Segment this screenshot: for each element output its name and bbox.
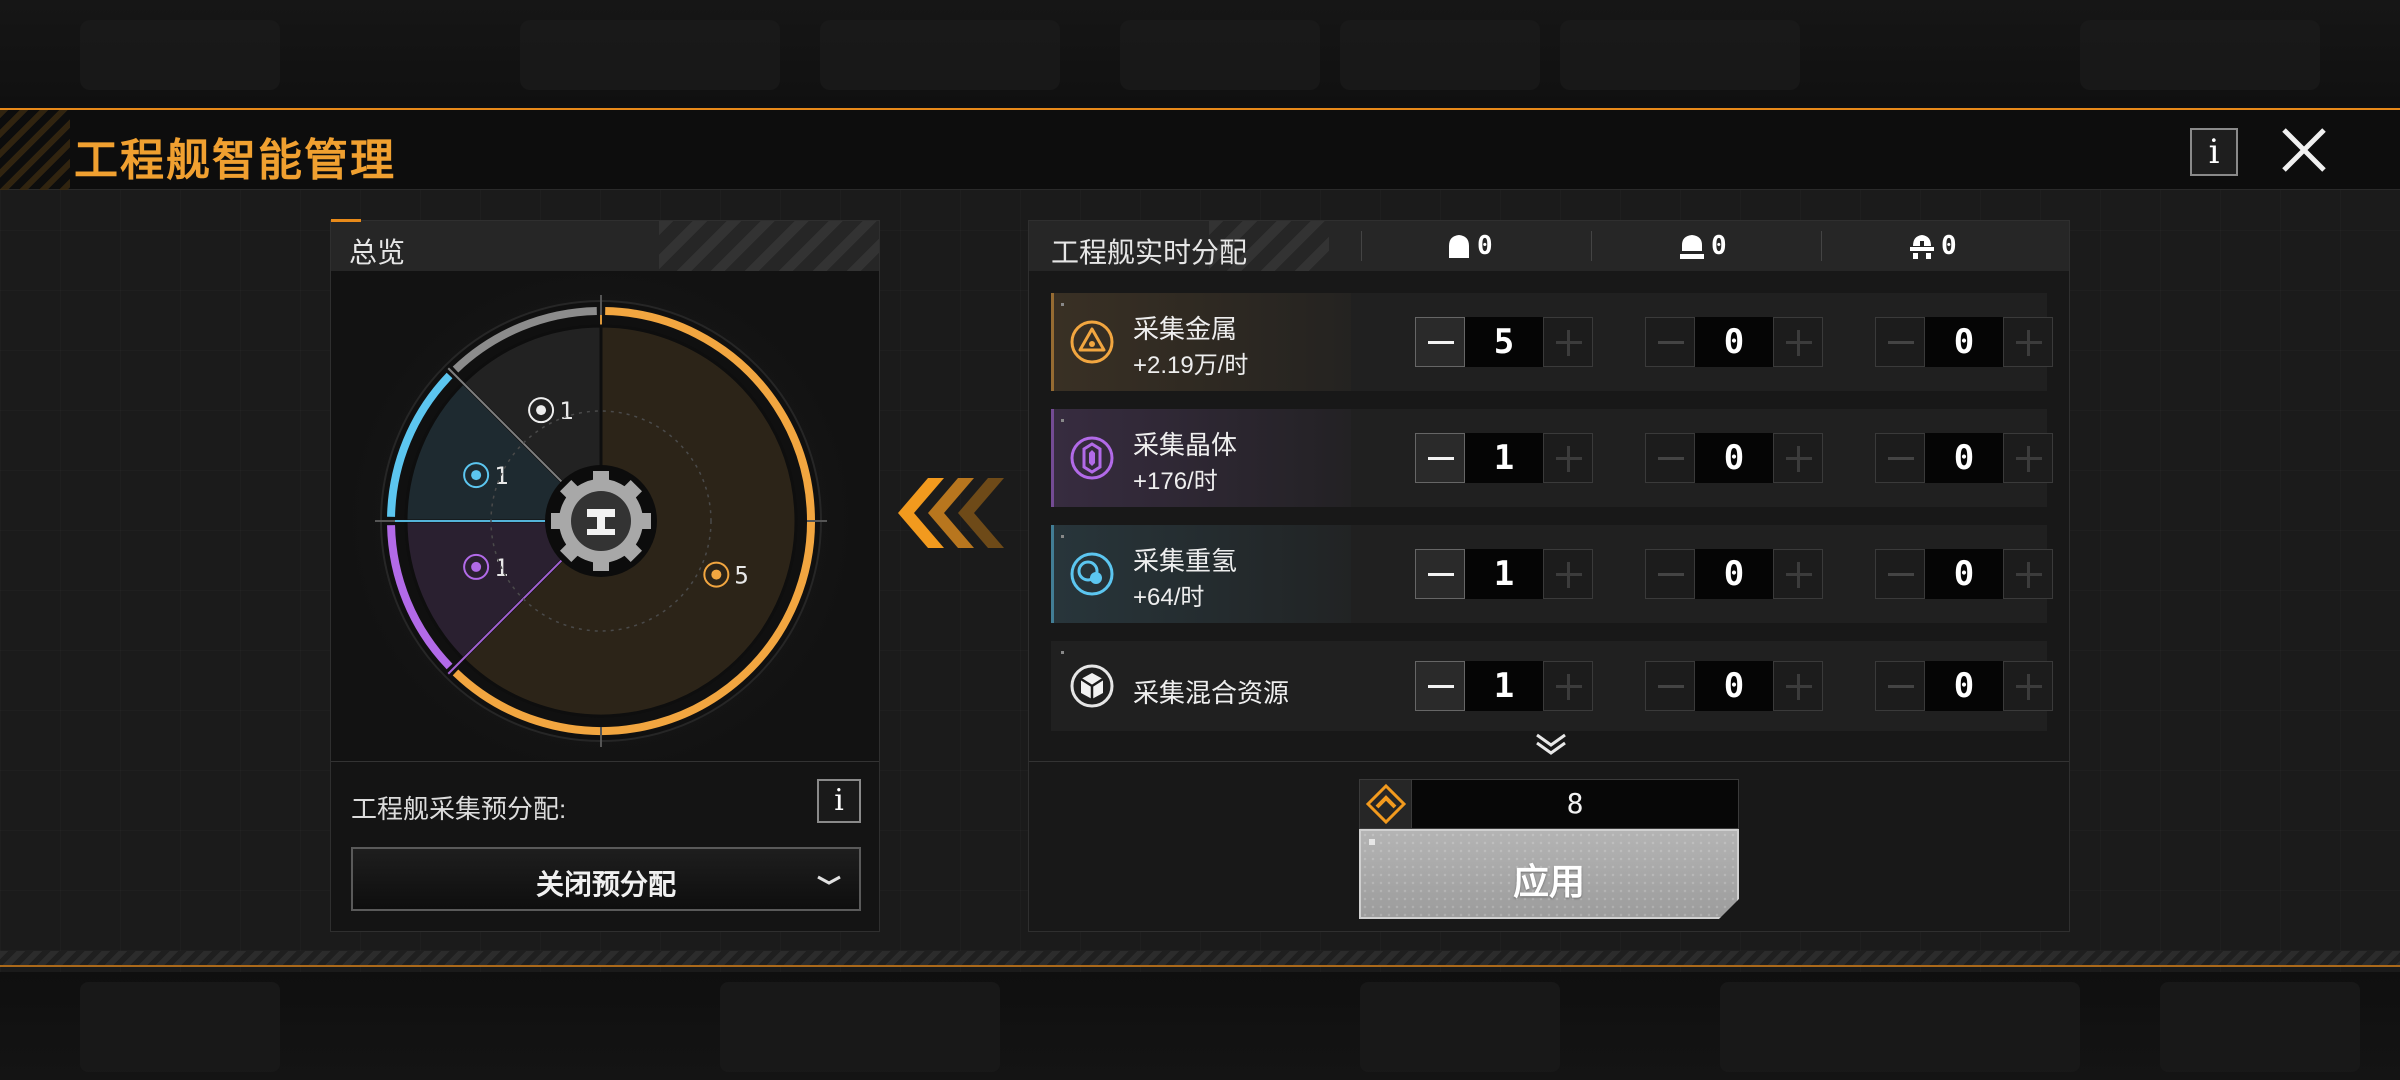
stepper-value: 0 xyxy=(1695,433,1773,483)
stepper-value: 1 xyxy=(1465,433,1543,483)
decrement-button[interactable] xyxy=(1875,549,1925,599)
increment-button[interactable] xyxy=(2003,549,2053,599)
engineering-ship-management-modal: 工程舰智能管理 i 总览 5 1 1 1 工程舰采集预分配: i 关闭预分配 工程舰实… xyxy=(0,108,2400,972)
increment-button[interactable] xyxy=(1543,549,1593,599)
decrement-button[interactable] xyxy=(1645,433,1695,483)
apply-button-label: 应用 xyxy=(1512,861,1585,902)
stepper-metal-ship-1: 5 xyxy=(1415,317,1593,367)
increment-button[interactable] xyxy=(2003,661,2053,711)
stepper-mixed-ship-1: 1 xyxy=(1415,661,1593,711)
increment-button[interactable] xyxy=(1543,661,1593,711)
decrement-button[interactable] xyxy=(1875,661,1925,711)
decrement-button[interactable] xyxy=(1415,433,1465,483)
deuterium-orb-icon xyxy=(1070,552,1114,596)
mixed-cube-icon xyxy=(1070,664,1114,708)
decrement-button[interactable] xyxy=(1415,661,1465,711)
overview-title: 总览 xyxy=(349,237,406,268)
stepper-crystal-ship-2: 0 xyxy=(1645,433,1823,483)
transfer-arrows-icon xyxy=(898,478,1004,548)
column-header-ship-2: 0 xyxy=(1679,229,1727,263)
decrement-button[interactable] xyxy=(1645,661,1695,711)
crystal-hexagon-icon xyxy=(1070,436,1114,480)
engineering-ship-gear-icon xyxy=(545,465,657,577)
increment-button[interactable] xyxy=(1773,549,1823,599)
allocation-title: 工程舰实时分配 xyxy=(1051,237,1248,268)
resource-rate: +2.19万/时 xyxy=(1133,352,1249,379)
ship-type-1-icon xyxy=(1449,235,1469,258)
resource-name: 采集晶体 xyxy=(1133,430,1238,460)
stepper-value: 0 xyxy=(1925,433,2003,483)
increment-button[interactable] xyxy=(1773,433,1823,483)
pie-label-count: 5 xyxy=(734,562,748,590)
ship-type-3-icon xyxy=(1910,235,1934,259)
stepper-value: 0 xyxy=(1695,549,1773,599)
decrement-button[interactable] xyxy=(1875,317,1925,367)
engineering-ship-rank-icon xyxy=(1365,783,1407,825)
ship-count-value: 8 xyxy=(1566,787,1584,820)
ship-count-display: 8 xyxy=(1359,779,1739,829)
preallocation-label: 工程舰采集预分配: xyxy=(351,794,567,824)
decrement-button[interactable] xyxy=(1415,317,1465,367)
resource-name: 采集金属 xyxy=(1133,314,1238,344)
resource-rate: +64/时 xyxy=(1133,584,1205,611)
increment-button[interactable] xyxy=(2003,433,2053,483)
resource-row-crystal: 采集晶体 +176/时 1 0 0 xyxy=(1051,409,2053,507)
info-button[interactable]: i xyxy=(2190,128,2238,176)
column-header-ship-1: 0 xyxy=(1447,229,1493,263)
resource-row-mixed: 采集混合资源 1 0 0 xyxy=(1051,641,2053,731)
decrement-button[interactable] xyxy=(1875,433,1925,483)
resource-rate: +176/时 xyxy=(1133,468,1218,495)
overview-panel: 总览 5111 工程舰采集预分配: i 关闭预分配 xyxy=(330,219,880,932)
stepper-mixed-ship-3: 0 xyxy=(1875,661,2053,711)
increment-button[interactable] xyxy=(1773,317,1823,367)
decrement-button[interactable] xyxy=(1645,549,1695,599)
realtime-allocation-panel: 工程舰实时分配 0 0 0 采集金属 +2.19万/时 5 0 0 采集晶体 +… xyxy=(1028,220,2070,932)
preallocation-info-button[interactable]: i xyxy=(817,779,861,823)
close-icon[interactable] xyxy=(2278,124,2330,176)
increment-button[interactable] xyxy=(1543,317,1593,367)
stepper-value: 0 xyxy=(1695,661,1773,711)
preallocation-selected-value: 关闭预分配 xyxy=(535,869,676,900)
stepper-value: 0 xyxy=(1695,317,1773,367)
stepper-value: 0 xyxy=(1925,317,2003,367)
allocation-header: 工程舰实时分配 0 0 0 xyxy=(1029,221,2069,271)
resource-name: 采集混合资源 xyxy=(1133,678,1290,708)
preallocation-dropdown[interactable]: 关闭预分配 xyxy=(351,847,861,911)
scroll-down-chevron-icon[interactable] xyxy=(1531,731,1571,759)
stepper-value: 1 xyxy=(1465,661,1543,711)
overview-header: 总览 xyxy=(331,219,879,271)
stepper-deuterium-ship-2: 0 xyxy=(1645,549,1823,599)
stepper-value: 0 xyxy=(1925,549,2003,599)
modal-bottom-border xyxy=(0,951,2400,967)
resource-row-deuterium: 采集重氢 +64/时 1 0 0 xyxy=(1051,525,2053,623)
stepper-metal-ship-3: 0 xyxy=(1875,317,2053,367)
stepper-deuterium-ship-3: 0 xyxy=(1875,549,2053,599)
modal-title: 工程舰智能管理 xyxy=(74,136,396,185)
stepper-crystal-ship-3: 0 xyxy=(1875,433,2053,483)
background-hud-top xyxy=(0,0,2400,108)
decrement-button[interactable] xyxy=(1645,317,1695,367)
decrement-button[interactable] xyxy=(1415,549,1465,599)
resource-name: 采集重氢 xyxy=(1133,546,1238,576)
stepper-crystal-ship-1: 1 xyxy=(1415,433,1593,483)
background-hud-bottom xyxy=(0,972,2400,1080)
metal-triangle-icon xyxy=(1070,320,1114,364)
stepper-deuterium-ship-1: 1 xyxy=(1415,549,1593,599)
allocation-pie-chart: 5111 xyxy=(331,271,879,761)
column-header-ship-3: 0 xyxy=(1909,229,1957,263)
increment-button[interactable] xyxy=(2003,317,2053,367)
stepper-value: 1 xyxy=(1465,549,1543,599)
ship-type-2-icon xyxy=(1680,235,1704,259)
modal-titlebar: 工程舰智能管理 i xyxy=(0,110,2400,190)
chevron-down-icon xyxy=(817,875,841,885)
stepper-mixed-ship-2: 0 xyxy=(1645,661,1823,711)
stepper-metal-ship-2: 0 xyxy=(1645,317,1823,367)
pie-label-count: 1 xyxy=(559,397,573,425)
stepper-value: 0 xyxy=(1925,661,2003,711)
resource-row-metal: 采集金属 +2.19万/时 5 0 0 xyxy=(1051,293,2053,391)
apply-button[interactable]: 应用 xyxy=(1359,829,1739,919)
stepper-value: 5 xyxy=(1465,317,1543,367)
increment-button[interactable] xyxy=(1773,661,1823,711)
increment-button[interactable] xyxy=(1543,433,1593,483)
